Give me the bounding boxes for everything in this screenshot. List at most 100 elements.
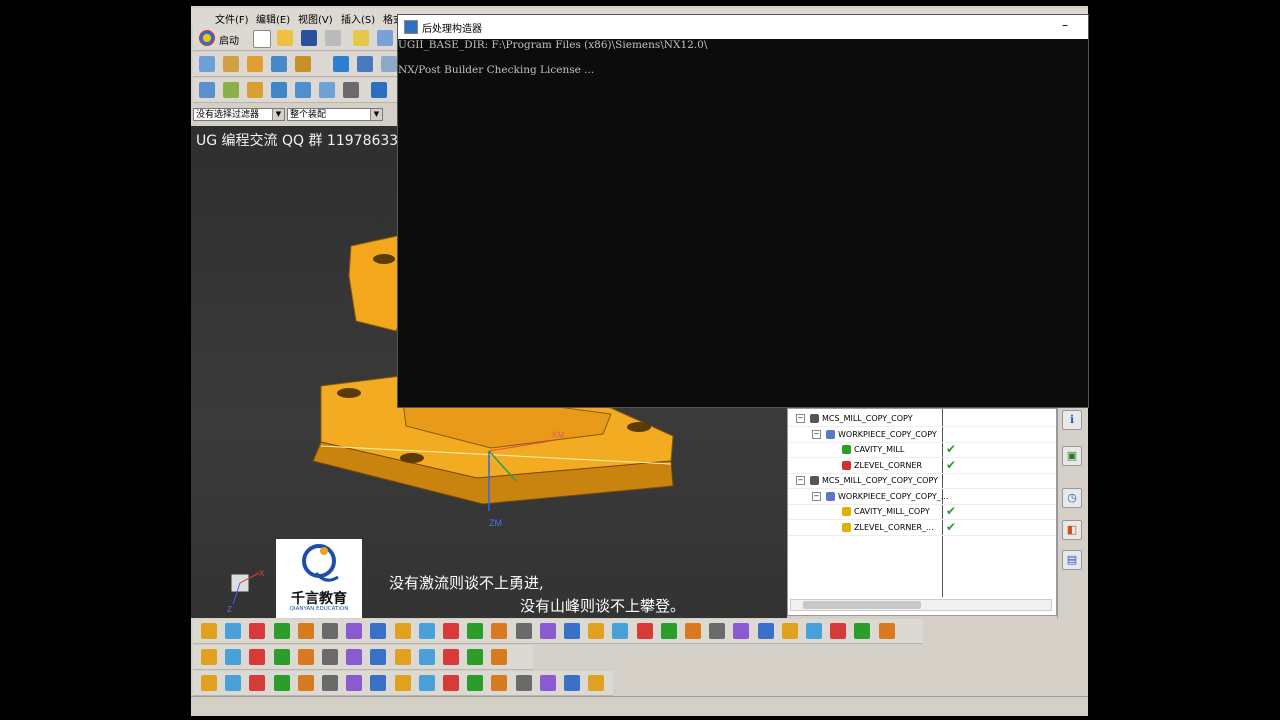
start-button[interactable]: 启动 <box>219 32 239 47</box>
postprocess-icon[interactable] <box>295 82 311 98</box>
layer-icon[interactable] <box>249 675 266 691</box>
show-icon[interactable] <box>685 623 701 639</box>
selection-filter-dropdown[interactable]: 没有选择过滤器 ▼ <box>193 108 285 121</box>
view-icon[interactable] <box>201 649 217 665</box>
snap-icon[interactable] <box>346 675 363 691</box>
vertex-icon[interactable] <box>878 623 895 639</box>
measure-icon[interactable] <box>322 675 338 691</box>
orient-icon[interactable] <box>467 649 484 665</box>
new-file-icon[interactable] <box>253 30 271 48</box>
display-icon[interactable] <box>636 623 653 639</box>
zoom-icon[interactable] <box>443 675 459 691</box>
navigator-row[interactable]: − WORKPIECE_COPY_COPY_... <box>788 489 1056 505</box>
part-navigator-icon[interactable]: ▣ <box>1062 446 1082 466</box>
geometry-view-icon[interactable] <box>247 82 263 98</box>
rotate-icon[interactable] <box>394 649 411 665</box>
shop-doc-icon[interactable] <box>319 82 335 98</box>
select-icon[interactable] <box>709 623 726 639</box>
machine-tool-view-icon[interactable] <box>223 82 239 98</box>
render-icon[interactable] <box>491 649 508 665</box>
collapse-icon[interactable]: − <box>796 414 805 423</box>
orient-icon[interactable] <box>467 623 484 639</box>
arrow-left-icon[interactable] <box>273 623 290 639</box>
measure-icon[interactable] <box>322 649 338 665</box>
chevron-down-icon[interactable]: ▼ <box>370 109 382 120</box>
navigator-row[interactable]: CAVITY_MILL ✔ <box>788 442 1056 458</box>
fit-icon[interactable] <box>370 649 387 665</box>
zoom-icon[interactable] <box>443 623 459 639</box>
view-icon[interactable] <box>201 675 217 691</box>
cut-icon[interactable] <box>353 30 369 46</box>
create-operation-icon[interactable] <box>295 56 311 72</box>
arrow-left-icon[interactable] <box>273 649 290 665</box>
method-view-icon[interactable] <box>271 82 287 98</box>
info-icon[interactable]: ℹ <box>1062 410 1082 430</box>
transform-icon[interactable] <box>225 649 242 665</box>
chevron-down-icon[interactable]: ▼ <box>272 109 284 120</box>
zoom-icon[interactable] <box>443 649 459 665</box>
shade-icon[interactable] <box>539 675 556 691</box>
arrow-right-icon[interactable] <box>297 675 314 691</box>
pan-icon[interactable] <box>418 649 435 665</box>
render-icon[interactable] <box>491 623 508 639</box>
batch-process-icon[interactable] <box>371 82 387 98</box>
transform-icon[interactable] <box>225 675 242 691</box>
snap-icon[interactable] <box>346 623 363 639</box>
simulate-icon[interactable] <box>381 56 397 72</box>
roles-icon[interactable]: ▤ <box>1062 550 1082 570</box>
wireframe-icon[interactable] <box>564 623 580 639</box>
pan-icon[interactable] <box>418 623 435 639</box>
orient-icon[interactable] <box>467 675 484 691</box>
output-cls-icon[interactable] <box>343 82 359 98</box>
collapse-icon[interactable]: − <box>812 491 821 501</box>
collapse-icon[interactable]: − <box>796 476 805 485</box>
filter-icon[interactable] <box>733 623 750 639</box>
pan-icon[interactable] <box>418 675 435 691</box>
layer-icon[interactable] <box>249 623 266 639</box>
section-icon[interactable] <box>515 623 532 639</box>
arrow-left-icon[interactable] <box>273 675 290 691</box>
rotate-icon[interactable] <box>394 623 411 639</box>
light-icon[interactable] <box>588 623 605 639</box>
arrow-right-icon[interactable] <box>297 623 314 639</box>
rotate-icon[interactable] <box>394 675 411 691</box>
palette-icon[interactable]: ◧ <box>1062 520 1082 540</box>
navigator-row[interactable]: CAVITY_MILL_COPY ✔ <box>788 504 1056 520</box>
snap-icon[interactable] <box>346 649 363 665</box>
fit-icon[interactable] <box>370 623 387 639</box>
create-program-icon[interactable] <box>199 56 215 72</box>
collapse-icon[interactable]: − <box>812 429 821 439</box>
layer-icon[interactable] <box>249 649 266 665</box>
navigator-row[interactable]: − WORKPIECE_COPY_COPY <box>788 427 1056 443</box>
measure-icon[interactable] <box>322 623 338 639</box>
menu-view[interactable]: 视图(V) <box>298 11 333 26</box>
postbuilder-console-window[interactable]: 后处理构造器 – UGII_BASE_DIR: F:\Program Files… <box>397 14 1089 408</box>
navigator-row[interactable]: − MCS_MILL_COPY_COPY_COPY <box>788 473 1056 489</box>
create-tool-icon[interactable] <box>223 56 239 72</box>
render-icon[interactable] <box>491 675 508 691</box>
menu-insert[interactable]: 插入(S) <box>341 11 375 26</box>
menu-edit[interactable]: 编辑(E) <box>256 11 290 26</box>
shade-icon[interactable] <box>539 623 556 639</box>
body-icon[interactable] <box>830 623 847 639</box>
start-icon[interactable] <box>199 30 215 46</box>
face-icon[interactable] <box>806 623 822 639</box>
generate-path-icon[interactable] <box>333 56 349 72</box>
save-icon[interactable] <box>301 30 317 46</box>
verify-path-icon[interactable] <box>357 56 373 72</box>
create-geometry-icon[interactable] <box>247 56 263 72</box>
section-icon[interactable] <box>515 675 532 691</box>
minimize-button[interactable]: – <box>1062 18 1068 32</box>
navigator-row[interactable]: − MCS_MILL_COPY_COPY <box>788 411 1056 427</box>
arrow-right-icon[interactable] <box>297 649 314 665</box>
menu-file[interactable]: 文件(F) <box>215 11 249 26</box>
wireframe-icon[interactable] <box>564 675 580 691</box>
navigator-row[interactable]: ZLEVEL_CORNER_... ✔ <box>788 520 1056 536</box>
scope-dropdown[interactable]: 整个装配 ▼ <box>287 108 383 121</box>
scroll-thumb[interactable] <box>803 601 921 609</box>
edge-icon[interactable] <box>854 623 871 639</box>
navigator-row[interactable]: ZLEVEL_CORNER ✔ <box>788 458 1056 474</box>
fit-icon[interactable] <box>370 675 387 691</box>
open-folder-icon[interactable] <box>277 30 293 46</box>
point-icon[interactable] <box>757 623 774 639</box>
